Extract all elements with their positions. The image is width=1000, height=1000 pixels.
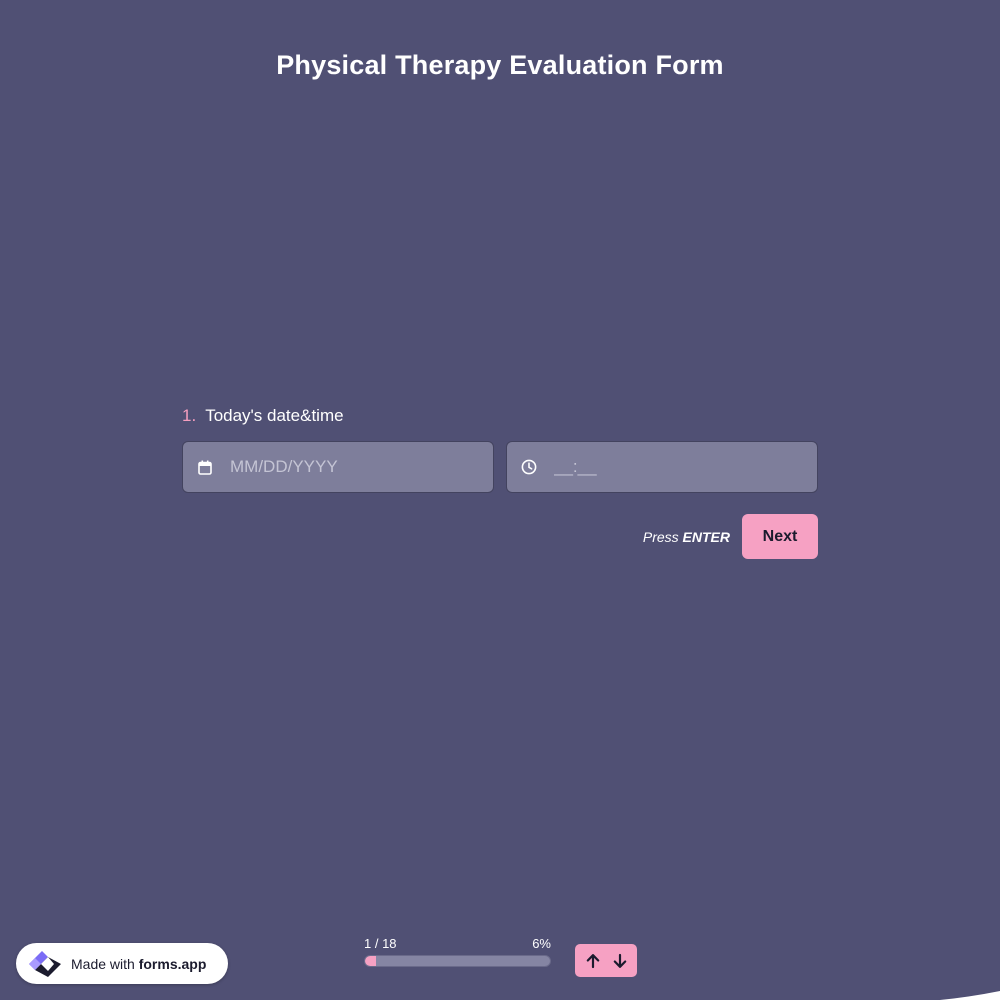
time-input[interactable]	[554, 452, 804, 482]
question-text: Today's date&time	[205, 406, 344, 425]
progress-percent: 6%	[532, 936, 551, 951]
press-enter-hint: Press ENTER	[643, 529, 730, 545]
question-label: 1. Today's date&time	[182, 404, 818, 428]
badge-prefix: Made with	[71, 955, 135, 972]
arrow-down-icon[interactable]	[608, 949, 632, 973]
arrow-up-icon[interactable]	[581, 949, 605, 973]
press-prefix: Press	[642, 528, 679, 545]
time-field[interactable]	[506, 441, 818, 493]
date-field[interactable]	[182, 441, 494, 493]
clock-icon	[521, 459, 537, 475]
progress-counter: 1 / 18	[364, 936, 397, 951]
question-navigation	[575, 944, 637, 977]
date-time-fields	[182, 441, 818, 493]
progress-labels: 1 / 18 6%	[364, 936, 551, 952]
next-button[interactable]: Next	[742, 514, 818, 559]
forms-app-logo-icon	[25, 947, 65, 981]
question-block: 1. Today's date&time MM/DD/YYYY __:__ Pr…	[182, 404, 818, 559]
form-page: Physical Therapy Evaluation Form 1. Toda…	[0, 0, 1000, 1000]
question-number: 1.	[182, 406, 197, 425]
question-actions: Press ENTER Next	[182, 514, 818, 559]
made-with-badge[interactable]: Made with forms.app	[16, 943, 228, 984]
press-key: ENTER	[682, 528, 730, 545]
progress-track	[364, 955, 551, 967]
form-title: Physical Therapy Evaluation Form	[276, 50, 724, 80]
corner-decoration	[940, 991, 1000, 1000]
progress-indicator: 1 / 18 6%	[364, 936, 551, 967]
progress-fill	[365, 956, 377, 966]
date-input[interactable]	[230, 452, 480, 482]
badge-text: Made with forms.app	[71, 956, 206, 972]
badge-brand: forms.app	[138, 955, 207, 972]
calendar-icon	[197, 459, 213, 475]
